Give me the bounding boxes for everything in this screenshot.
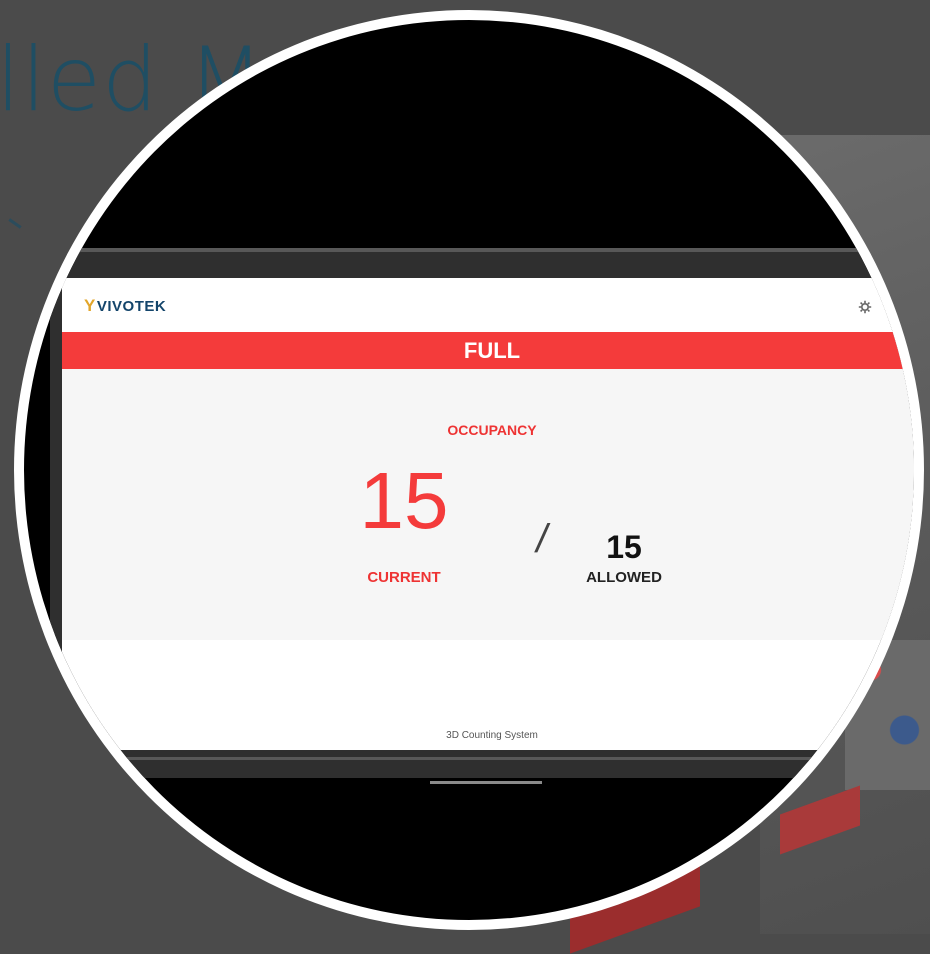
- allowed-count: 15: [606, 529, 642, 565]
- occupancy-dashboard-screen: Y VIVOTEK FULL OCCUPANCY 15 CURRENT / 15…: [62, 278, 914, 750]
- vivotek-logo: Y VIVOTEK: [84, 296, 166, 316]
- vivotek-mark-icon: Y: [84, 296, 96, 315]
- bezel-top-edge: [50, 248, 914, 252]
- current-count: 15: [359, 456, 449, 545]
- occupancy-label: OCCUPANCY: [447, 422, 537, 438]
- dashboard-topbar: Y VIVOTEK: [62, 278, 914, 332]
- allowed-label: ALLOWED: [586, 569, 662, 586]
- settings-gear-icon[interactable]: [858, 300, 872, 314]
- footer-system-name: 3D Counting System: [446, 730, 538, 741]
- monitor-stand-line: [430, 781, 542, 784]
- count-separator: /: [532, 517, 552, 561]
- occupancy-panel: OCCUPANCY 15 CURRENT / 15 ALLOWED: [62, 369, 914, 640]
- brand-name: VIVOTEK: [96, 297, 167, 315]
- current-label: CURRENT: [367, 569, 441, 586]
- status-banner: FULL: [62, 332, 914, 369]
- exit-fullscreen-icon[interactable]: [886, 300, 900, 314]
- bezel-bottom-edge: [50, 757, 914, 760]
- topbar-actions: [858, 300, 900, 314]
- background-dash: [8, 218, 22, 229]
- circular-lens-frame: Y VIVOTEK FULL OCCUPANCY 15 CURRENT / 15…: [14, 10, 924, 930]
- footer-powered-by: Powered: [854, 732, 874, 738]
